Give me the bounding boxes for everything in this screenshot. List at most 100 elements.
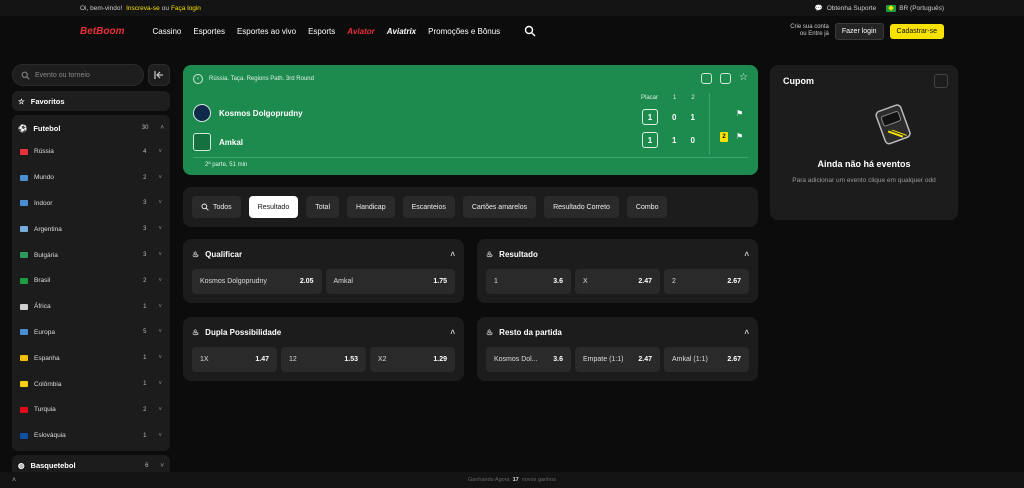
register-button[interactable]: Cadastrar-se [889, 23, 944, 39]
country-item[interactable]: Indoor 3 ˅ [12, 191, 170, 217]
odd-button[interactable]: 2 2.67 [664, 269, 749, 294]
search-icon[interactable] [524, 25, 536, 37]
country-item[interactable]: Eslováquia 1 ˅ [12, 423, 170, 449]
star-icon[interactable]: ☆ [739, 73, 748, 84]
divider [709, 93, 710, 155]
chevron-up-icon: ˄ [450, 249, 455, 259]
country-item[interactable]: Europa 5 ˅ [12, 320, 170, 346]
odd-button[interactable]: Kosmos Dolgoprudny 2.05 [192, 269, 322, 294]
divider [193, 157, 748, 158]
team-1-score: 1 0 1 [642, 109, 695, 125]
odd-button[interactable]: Empate (1:1) 2.47 [575, 347, 660, 372]
country-item[interactable]: Espanha 1 ˅ [12, 345, 170, 371]
market-title: Dupla Possibilidade [205, 327, 282, 337]
country-item[interactable]: Turquia 2 ˅ [12, 397, 170, 423]
support-label: Obtenha Suporte [826, 4, 877, 12]
country-label: Europa [34, 328, 55, 336]
login-button[interactable]: Fazer login [834, 22, 884, 40]
country-count: 4 [143, 148, 147, 155]
empty-ticket-icon [875, 104, 911, 145]
country-item[interactable]: Brasil 2 ˅ [12, 268, 170, 294]
tab-resultado[interactable]: Resultado [248, 196, 299, 218]
tab-cartoes-amarelos[interactable]: Cartões amarelos [462, 196, 537, 218]
country-count: 3 [143, 200, 147, 207]
market-dupla-possibilidade: ♨ Dupla Possibilidade ˄ 1X 1.47 12 1.53 X2… [183, 317, 464, 381]
team-2-name: Amkal [219, 137, 244, 147]
sport-item-football[interactable]: ⚽ Futebol 30 ˄ [12, 117, 170, 139]
chevron-up-icon: ˄ [744, 249, 749, 259]
country-item[interactable]: Colômbia 1 ˅ [12, 371, 170, 397]
sports-sidebar: Evento ou torneio ☆ Favoritos ⚽ Futebol … [12, 64, 170, 488]
back-icon[interactable]: ‹ [193, 73, 203, 84]
market-header[interactable]: ♨ Resultado ˄ [486, 239, 749, 269]
nav-esports[interactable]: Esports [308, 27, 335, 36]
nav-esportes[interactable]: Esportes [193, 27, 225, 36]
country-count: 3 [143, 252, 147, 259]
nav-aviator[interactable]: Aviator [347, 27, 375, 36]
collapse-sidebar-button[interactable] [148, 64, 170, 86]
fire-icon: ♨ [192, 327, 200, 337]
tab-combo[interactable]: Combo [626, 196, 668, 218]
field-icon[interactable] [701, 73, 713, 84]
total-score: 1 [642, 132, 658, 148]
period-2-score: 1 [690, 112, 695, 122]
football-list: ⚽ Futebol 30 ˄ Rússia 4 ˅ Mundo 2 ˅ Indoor 3 ˅ Ar… [12, 115, 170, 451]
fire-icon: ♨ [486, 327, 494, 337]
yellow-card-count: 2 [720, 132, 728, 142]
chevron-up-icon[interactable]: ˄ [12, 477, 16, 484]
search-icon [201, 203, 209, 211]
odd-button[interactable]: Amkal (1:1) 2.67 [664, 347, 749, 372]
country-label: África [34, 303, 51, 311]
odd-button[interactable]: 1 3.6 [486, 269, 571, 294]
nav-esportes-ao-vivo[interactable]: Esportes ao vivo [237, 27, 296, 36]
tab-handicap[interactable]: Handicap [347, 196, 395, 218]
nav-promocoes[interactable]: Promoções e Bônus [428, 27, 500, 36]
market-title: Qualificar [205, 249, 243, 259]
tab-total[interactable]: Total [306, 196, 340, 218]
support-link[interactable]: 💬 Obtenha Suporte [815, 4, 877, 13]
market-title: Resto da partida [499, 327, 562, 337]
chevron-down-icon: ˅ [158, 432, 162, 439]
language-selector[interactable]: BR (Português) [886, 4, 944, 12]
market-header[interactable]: ♨ Qualificar ˄ [192, 239, 455, 269]
country-label: Rússia [34, 148, 54, 156]
country-item[interactable]: África 1 ˅ [12, 294, 170, 320]
betboom-logo[interactable]: BetBoom [80, 26, 124, 37]
market-header[interactable]: ♨ Resto da partida ˄ [486, 317, 749, 347]
stats-icon[interactable] [720, 73, 732, 84]
tab-todos[interactable]: Todos [192, 196, 241, 218]
odd-button[interactable]: X2 1.29 [370, 347, 455, 372]
market-header[interactable]: ♨ Dupla Possibilidade ˄ [192, 317, 455, 347]
country-count: 2 [143, 406, 147, 413]
tab-resultado-correto[interactable]: Resultado Correto [544, 196, 619, 218]
nav-aviatrix[interactable]: Aviatrix [387, 27, 416, 36]
odd-button[interactable]: 1X 1.47 [192, 347, 277, 372]
odd-button[interactable]: Amkal 1.75 [325, 269, 455, 294]
odd-button[interactable]: X 2.47 [575, 269, 660, 294]
country-label: Colômbia [34, 380, 62, 388]
odd-button[interactable]: 12 1.53 [281, 347, 366, 372]
nav-cassino[interactable]: Cassino [152, 27, 181, 36]
odd-button[interactable]: Kosmos Dol... 3.6 [486, 347, 571, 372]
tab-escanteios[interactable]: Escanteios [402, 196, 455, 218]
country-item[interactable]: Bulgária 3 ˅ [12, 242, 170, 268]
country-label: Argentina [34, 225, 62, 233]
favorites-item[interactable]: ☆ Favoritos [12, 91, 170, 111]
country-count: 1 [143, 432, 147, 439]
chevron-down-icon: ˅ [158, 252, 162, 259]
country-item[interactable]: Mundo 2 ˅ [12, 165, 170, 191]
register-link[interactable]: Inscreva-se [126, 5, 160, 12]
bet-coupon: Cupom Ainda não há eventos Para adiciona… [770, 65, 958, 220]
live-event-card: ‹ Rússia. Taça. Regions Path. 3rd Round … [183, 65, 758, 175]
login-link[interactable]: Faça login [171, 5, 201, 12]
country-label: Turquia [34, 406, 56, 414]
expand-icon[interactable] [934, 74, 948, 88]
event-search-input[interactable]: Evento ou torneio [12, 64, 144, 86]
main-nav: Cassino Esportes Esportes ao vivo Esport… [152, 25, 536, 37]
country-item[interactable]: Rússia 4 ˅ [12, 139, 170, 165]
favorites-label: Favoritos [30, 96, 65, 106]
country-flag-icon [20, 329, 28, 336]
sport-count: 6 [145, 462, 149, 469]
ticker-count: 17 [512, 477, 519, 483]
country-item[interactable]: Argentina 3 ˅ [12, 216, 170, 242]
